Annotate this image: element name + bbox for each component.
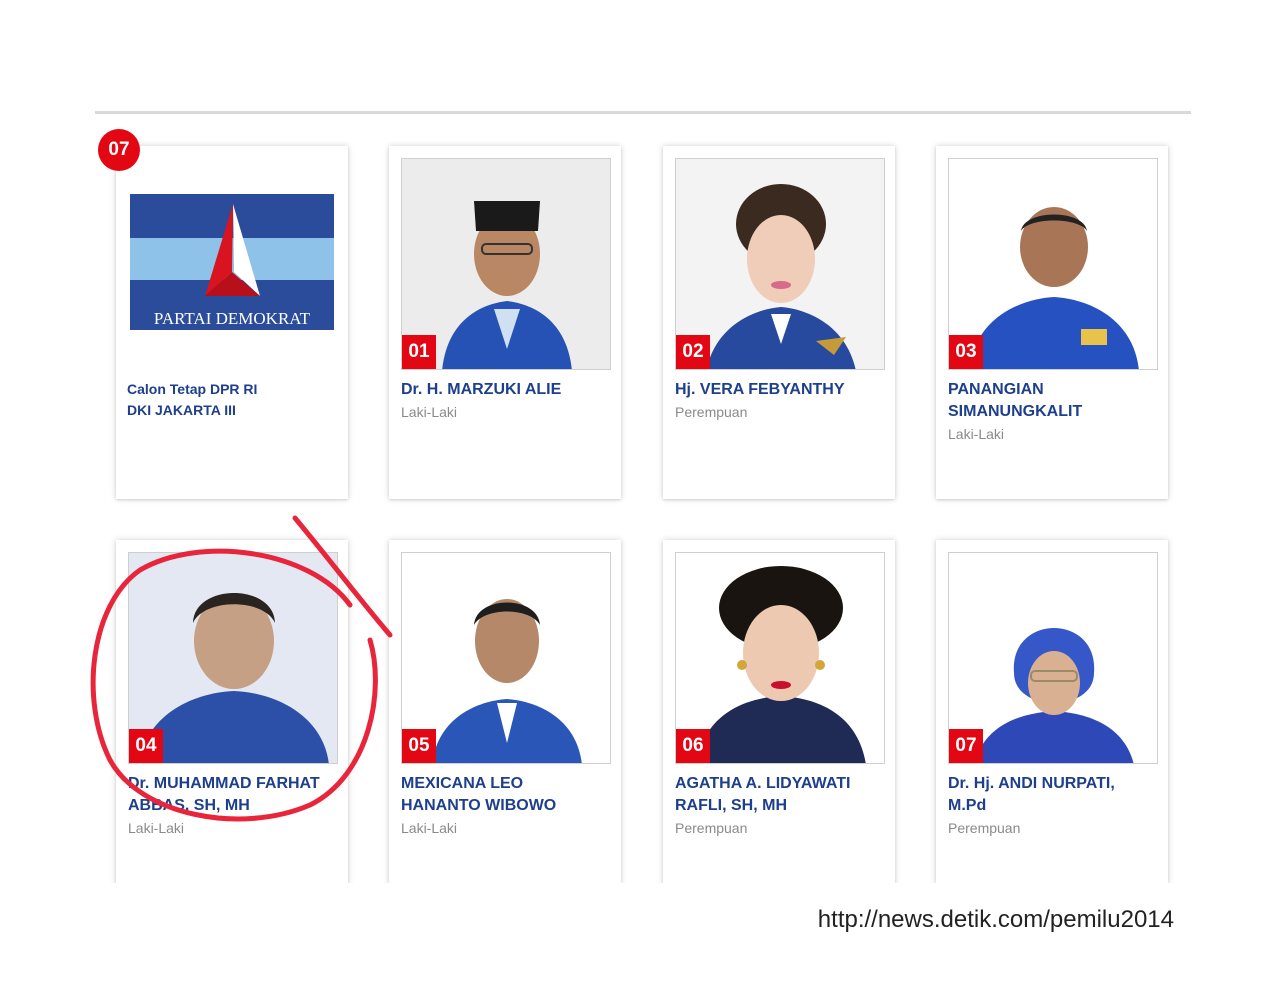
candidate-number-badge: 01 xyxy=(402,335,436,369)
candidate-gender: Perempuan xyxy=(675,820,748,836)
candidate-photo: 02 xyxy=(675,158,885,370)
name-line-2: HANANTO WIBOWO xyxy=(401,797,557,814)
candidate-gender: Laki-Laki xyxy=(401,820,458,836)
partai-demokrat-logo: PARTAI DEMOKRAT xyxy=(130,194,334,330)
candidate-name[interactable]: Dr. H. MARZUKI ALIE Laki-Laki xyxy=(401,379,616,423)
candidate-card-05[interactable]: 05 MEXICANA LEO HANANTO WIBOWO Laki-Laki xyxy=(389,540,621,885)
candidate-gender: Perempuan xyxy=(675,404,748,420)
name-line-2: ABBAS, SH, MH xyxy=(128,797,250,814)
candidate-gender: Perempuan xyxy=(948,820,1021,836)
candidate-name[interactable]: Dr. MUHAMMAD FARHAT ABBAS, SH, MH Laki-L… xyxy=(128,773,343,839)
candidate-number-badge: 05 xyxy=(402,729,436,763)
name-line-1: Dr. Hj. ANDI NURPATI, xyxy=(948,775,1115,792)
candidate-gender: Laki-Laki xyxy=(128,820,185,836)
name-line-1: PANANGIAN xyxy=(948,381,1044,398)
candidate-photo: 04 xyxy=(128,552,338,764)
name-line-2: SIMANUNGKALIT xyxy=(948,403,1083,420)
candidate-name[interactable]: Hj. VERA FEBYANTHY Perempuan xyxy=(675,379,890,423)
candidate-photo: 07 xyxy=(948,552,1158,764)
candidate-card-06[interactable]: 06 AGATHA A. LIDYAWATI RAFLI, SH, MH Per… xyxy=(663,540,895,885)
candidate-photo: 06 xyxy=(675,552,885,764)
candidate-number-badge: 03 xyxy=(949,335,983,369)
name-line-1: Hj. VERA FEBYANTHY xyxy=(675,381,845,398)
candidate-gender: Laki-Laki xyxy=(401,404,458,420)
candidate-number-badge: 07 xyxy=(949,729,983,763)
candidate-card-01[interactable]: 01 Dr. H. MARZUKI ALIE Laki-Laki xyxy=(389,146,621,499)
name-line-1: MEXICANA LEO xyxy=(401,775,524,792)
name-line-1: AGATHA A. LIDYAWATI xyxy=(675,775,851,792)
candidate-name[interactable]: MEXICANA LEO HANANTO WIBOWO Laki-Laki xyxy=(401,773,616,839)
title-line-1: Calon Tetap DPR RI xyxy=(127,381,258,397)
candidate-gender: Laki-Laki xyxy=(948,426,1005,442)
title-line-2: DKI JAKARTA III xyxy=(127,402,236,418)
candidate-card-02[interactable]: 02 Hj. VERA FEBYANTHY Perempuan xyxy=(663,146,895,499)
candidate-name[interactable]: AGATHA A. LIDYAWATI RAFLI, SH, MH Peremp… xyxy=(675,773,890,839)
name-line-2: RAFLI, SH, MH xyxy=(675,797,787,814)
candidate-number-badge: 06 xyxy=(676,729,710,763)
name-line-1: Dr. MUHAMMAD FARHAT xyxy=(128,775,320,792)
candidate-card-03[interactable]: 03 PANANGIAN SIMANUNGKALIT Laki-Laki xyxy=(936,146,1168,499)
candidate-card-07[interactable]: 07 Dr. Hj. ANDI NURPATI, M.Pd Perempuan xyxy=(936,540,1168,885)
top-divider xyxy=(95,111,1191,114)
candidate-photo: 03 xyxy=(948,158,1158,370)
party-number-badge: 07 xyxy=(98,129,140,171)
source-url[interactable]: http://news.detik.com/pemilu2014 xyxy=(818,906,1174,934)
party-list-title: Calon Tetap DPR RI DKI JAKARTA III xyxy=(127,379,257,421)
name-line-2: M.Pd xyxy=(948,797,987,814)
name-line-1: Dr. H. MARZUKI ALIE xyxy=(401,381,562,398)
candidate-card-04[interactable]: 04 Dr. MUHAMMAD FARHAT ABBAS, SH, MH Lak… xyxy=(116,540,348,885)
party-card[interactable]: PARTAI DEMOKRAT Calon Tetap DPR RI DKI J… xyxy=(116,146,348,499)
candidate-photo: 01 xyxy=(401,158,611,370)
candidate-number-badge: 02 xyxy=(676,335,710,369)
candidate-name[interactable]: PANANGIAN SIMANUNGKALIT Laki-Laki xyxy=(948,379,1163,445)
candidate-photo: 05 xyxy=(401,552,611,764)
candidate-name[interactable]: Dr. Hj. ANDI NURPATI, M.Pd Perempuan xyxy=(948,773,1163,839)
candidate-number-badge: 04 xyxy=(129,729,163,763)
bottom-crop xyxy=(0,883,1280,989)
logo-text: PARTAI DEMOKRAT xyxy=(154,309,311,328)
